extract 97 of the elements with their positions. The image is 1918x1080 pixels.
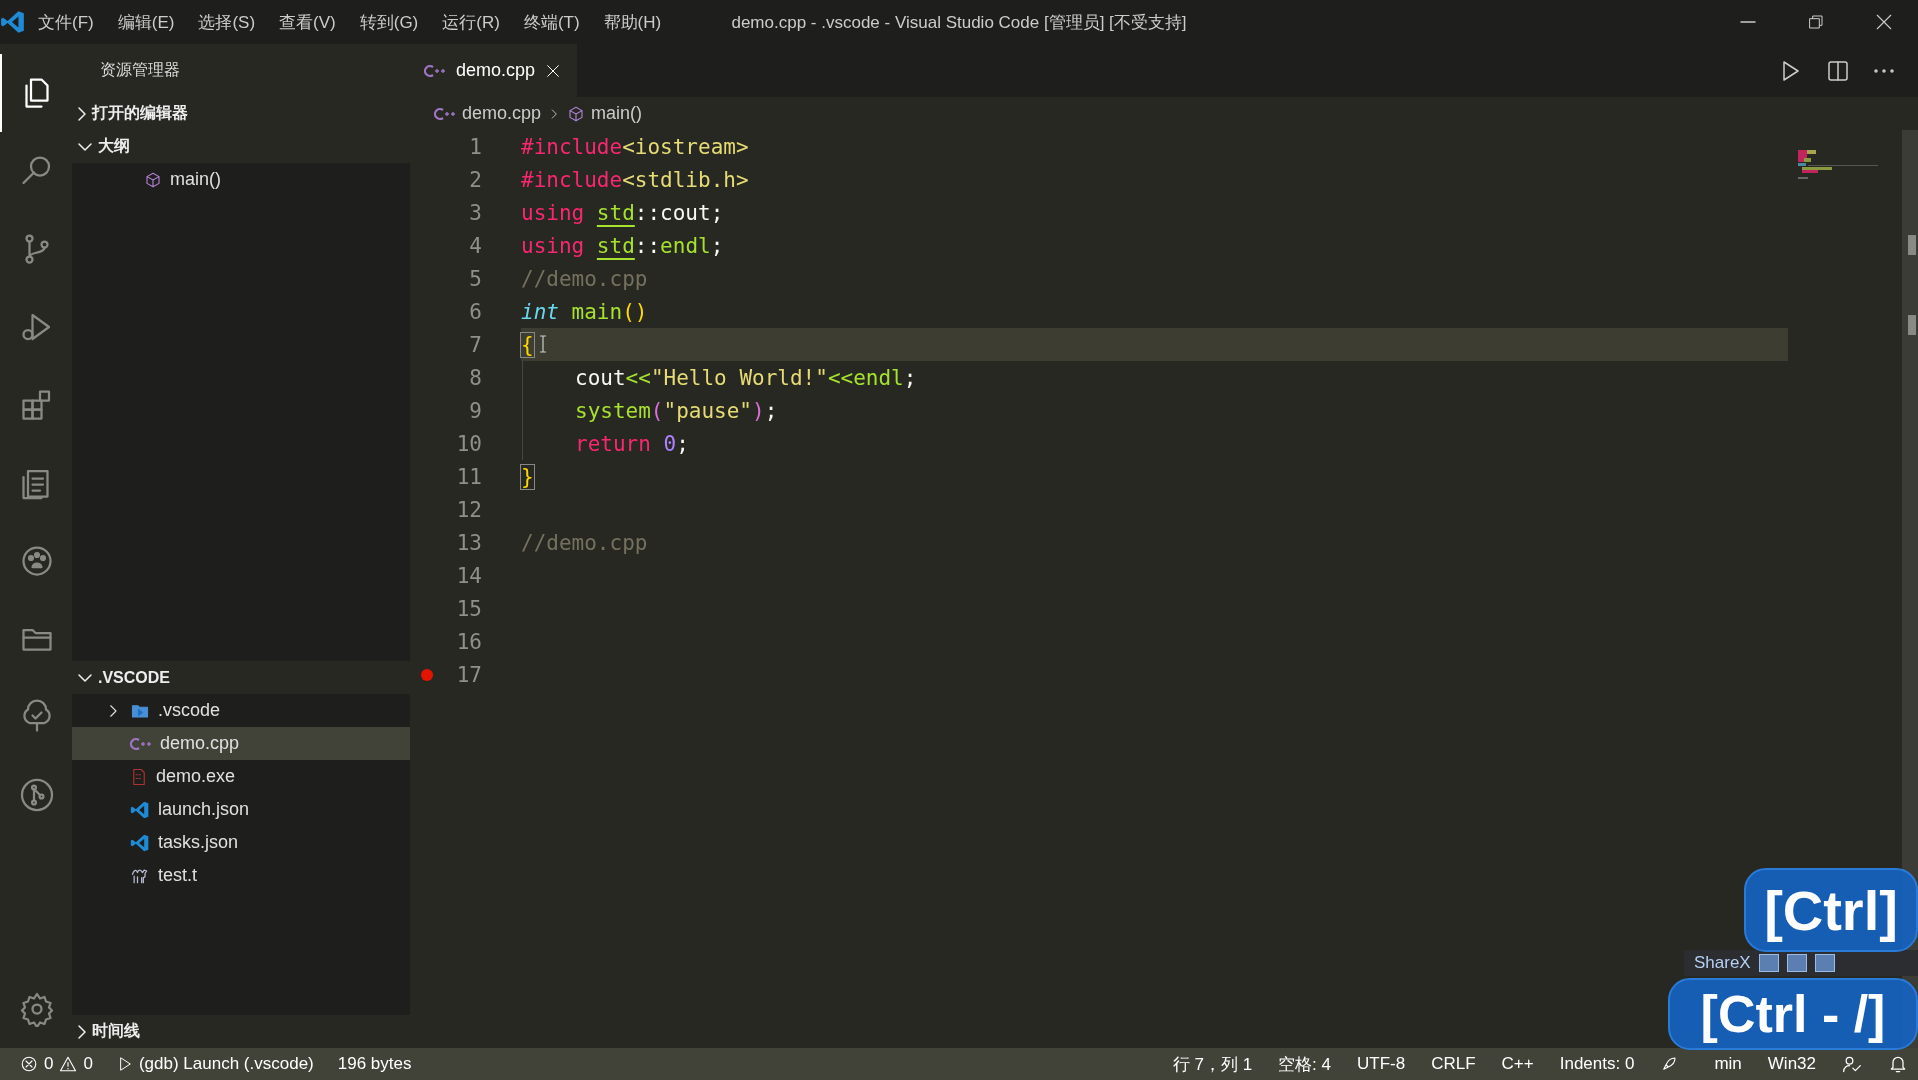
git-graph-icon [19,777,55,813]
code-line: //demo.cpp [521,266,648,291]
editor-tab[interactable]: demo.cpp [410,44,578,97]
code-line: } [521,464,534,489]
bell-icon [1888,1054,1908,1074]
code-line: int main() [521,299,648,324]
menu-item[interactable]: 终端(T) [511,10,592,34]
code-line: cout<<"Hello World!"<<endl; [575,365,917,390]
line-number: 9 [468,398,482,423]
line-number: 16 [455,629,482,654]
sidebar-title: 资源管理器 [100,60,180,80]
paw-icon [19,543,55,579]
line-number: 6 [468,299,482,324]
line-number: 10 [455,431,482,456]
code-line: { [521,332,534,357]
menu-item[interactable]: 文件(F) [26,10,106,34]
cube-icon [144,170,162,189]
keystroke-overlay: [Ctrl] [1744,868,1918,952]
line-number: 1 [468,134,482,159]
launch-status[interactable]: (gdb) Launch (.vscode) [116,1054,314,1074]
code-line: #include<iostream> [521,134,749,159]
tree-item[interactable]: demo.exe [72,760,410,793]
close-icon [545,62,562,79]
code-line: return 0; [575,431,689,456]
keystroke-overlay: [Ctrl - /] [1668,978,1918,1050]
line-number: 2 [468,167,482,192]
line-number: 3 [468,200,482,225]
chevron-down-icon [78,142,92,151]
tree-item[interactable]: launch.json [72,793,410,826]
binary-file-icon [130,766,148,787]
capture-icon[interactable] [1758,954,1779,972]
menu-item[interactable]: 帮助(H) [591,10,674,34]
status-item[interactable]: Win32 [1767,1054,1816,1074]
code-line: //demo.cpp [521,530,648,555]
tree-item[interactable]: .vscode [72,694,410,727]
line-number: 12 [455,497,482,522]
status-item[interactable]: C++ [1501,1054,1534,1074]
status-item[interactable]: UTF-8 [1357,1054,1406,1074]
cpp-file-icon [434,106,456,121]
chevron-down-icon [78,673,92,682]
line-number: 14 [455,563,482,588]
line-number: 4 [468,233,482,258]
tree-item[interactable]: test.t [72,859,410,892]
menu-item[interactable]: 查看(V) [267,10,348,34]
menu-item[interactable]: 编辑(E) [105,10,187,34]
file-size-status: 196 bytes [337,1054,412,1074]
cube-icon [567,104,586,123]
warning-icon [59,1055,78,1073]
line-number: 7 [468,332,482,357]
section-header[interactable]: 大纲 [72,130,410,163]
window-title: demo.cpp - .vscode - Visual Studio Code [管理员] [不受支持] [731,11,1187,34]
line-number: 8 [468,365,482,390]
error-icon [20,1055,38,1073]
tree-item[interactable]: tasks.json [72,826,410,859]
code-line: system("pause"); [575,398,778,423]
line-number: 15 [455,596,482,621]
line-number: 11 [455,464,482,489]
settings-icon [19,991,55,1027]
breadcrumb-item[interactable]: demo.cpp [462,103,542,124]
status-item[interactable]: 空格: 4 [1278,1052,1331,1076]
line-number: 5 [468,266,482,291]
minimize-icon [1740,21,1756,23]
cpp-file-icon [130,736,152,751]
line-number: 17 [455,662,482,687]
breadcrumb-item[interactable]: main() [591,103,643,124]
status-item[interactable]: min [1660,1054,1742,1074]
split-editor-icon [1826,58,1850,83]
menu-item[interactable]: 运行(R) [430,10,512,34]
vscode-icon [130,832,150,853]
capture-icon[interactable] [1814,954,1835,972]
text-cursor-icon [539,335,547,353]
code-line: using std::cout; [521,200,724,225]
feedback-icon [1842,1054,1862,1074]
cpp-file-icon [424,63,446,78]
status-item[interactable]: CRLF [1431,1054,1476,1074]
menu-item[interactable]: 转到(G) [347,10,431,34]
section-header[interactable]: 打开的编辑器 [72,97,410,130]
section-header[interactable]: 时间线 [72,1015,410,1048]
close-icon [1875,13,1893,31]
line-number: 13 [455,530,482,555]
section-header[interactable]: .VSCODE [72,661,410,694]
status-item[interactable]: Indents: 0 [1559,1054,1635,1074]
status-item[interactable]: 行 7，列 1 [1172,1052,1253,1076]
chevron-right-icon [78,1024,86,1039]
code-line: #include<stdlib.h> [521,167,749,192]
capture-icon[interactable] [1786,954,1807,972]
menu-item[interactable]: 选择(S) [186,10,268,34]
restore-icon [1808,14,1824,30]
vscode-icon [130,799,150,820]
tree-item[interactable]: demo.cpp [72,727,410,760]
code-line: using std::endl; [521,233,724,258]
tree-item[interactable]: main() [72,163,410,196]
breakpoint-dot[interactable] [421,668,433,681]
chevron-right-icon [78,106,86,121]
toolbar-title: ShareX [1694,953,1751,973]
more-icon [1874,68,1894,73]
problems-status[interactable]: 0 0 [20,1054,93,1074]
